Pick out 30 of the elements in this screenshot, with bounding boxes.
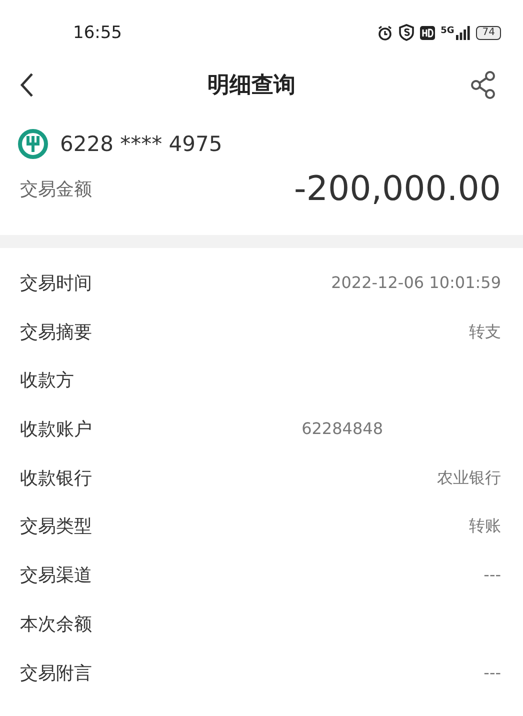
- signal-icon: [456, 26, 470, 40]
- detail-value: 2022-12-06 10:01:59: [331, 273, 501, 292]
- hd-icon: [420, 26, 435, 40]
- battery-indicator: 74: [476, 26, 501, 40]
- detail-value: 转账: [469, 516, 501, 538]
- detail-label: 收款账户: [20, 418, 92, 442]
- account-number: 6228 **** 4975: [60, 132, 222, 156]
- detail-value: 62284848: [302, 419, 383, 438]
- detail-value: ---: [484, 565, 501, 584]
- back-button[interactable]: [20, 72, 34, 98]
- amount-label: 交易金额: [20, 178, 92, 201]
- network-label: 5G: [440, 26, 454, 36]
- detail-label: 交易摘要: [20, 320, 92, 344]
- status-time: 16:55: [73, 22, 122, 42]
- detail-label: 交易渠道: [20, 564, 92, 588]
- detail-label: 收款银行: [20, 466, 92, 490]
- page-title: 明细查询: [208, 72, 296, 100]
- detail-label: 交易时间: [20, 272, 92, 295]
- detail-value: 农业银行: [437, 468, 501, 489]
- detail-label: 收款方: [20, 369, 74, 392]
- detail-label: 交易类型: [20, 515, 92, 538]
- alarm-icon: [376, 24, 393, 40]
- detail-label: 交易附言: [20, 662, 92, 684]
- shield-icon: [398, 24, 414, 41]
- detail-label: 本次余额: [20, 612, 92, 636]
- detail-value: ---: [484, 662, 501, 682]
- share-button[interactable]: [469, 70, 497, 100]
- detail-value: 转支: [469, 322, 501, 343]
- amount-value: -200,000.00: [294, 169, 501, 209]
- bank-logo-icon: [18, 129, 48, 159]
